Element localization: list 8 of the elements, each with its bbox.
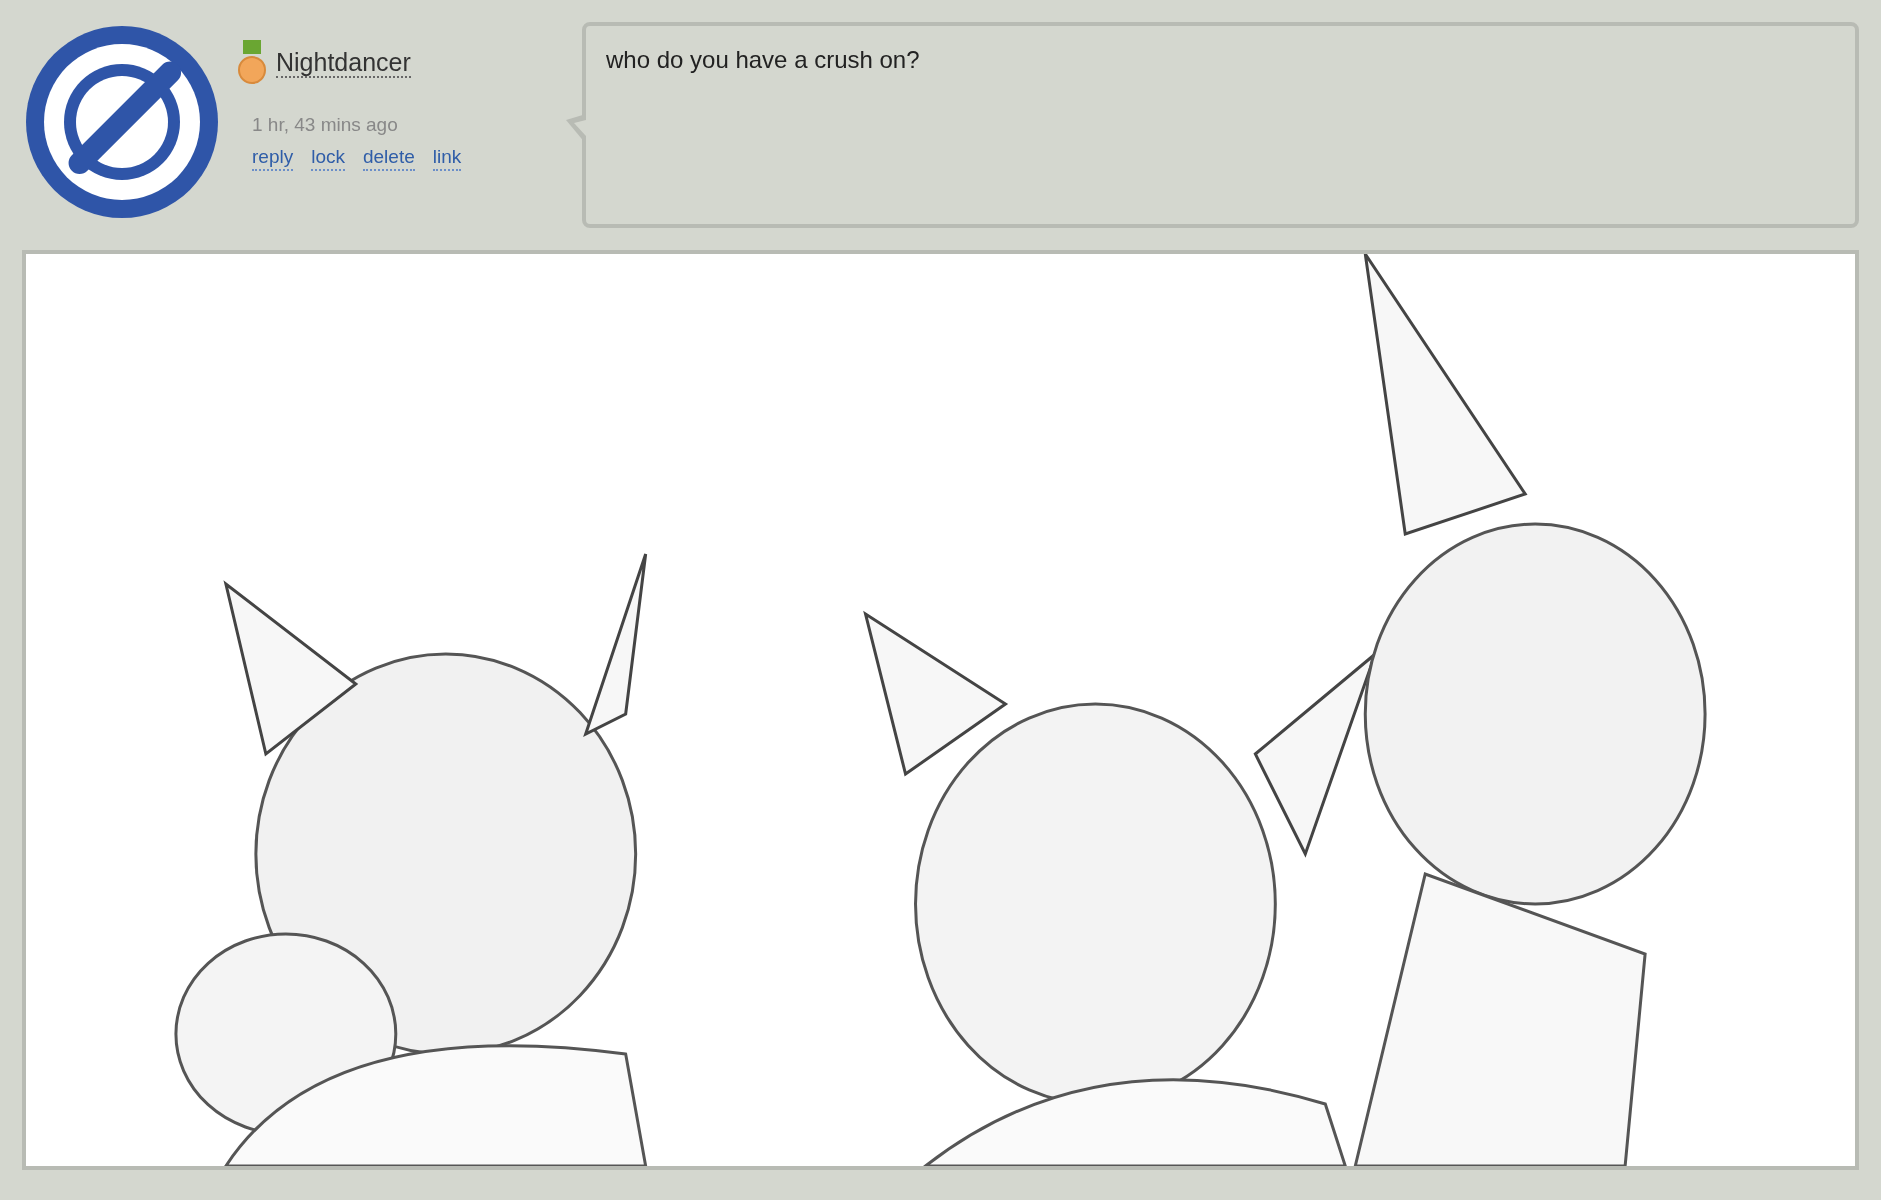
author-link[interactable]: Nightdancer (276, 47, 411, 79)
action-link[interactable]: delete (363, 146, 415, 171)
action-link[interactable]: link (432, 146, 462, 171)
question-bubble: who do you have a crush on? (582, 22, 1859, 228)
action-link[interactable]: lock (311, 146, 345, 171)
medal-icon (238, 40, 266, 86)
post-time: 1 hr, 43 mins ago (252, 114, 399, 136)
action-link[interactable]: reply (252, 146, 294, 171)
